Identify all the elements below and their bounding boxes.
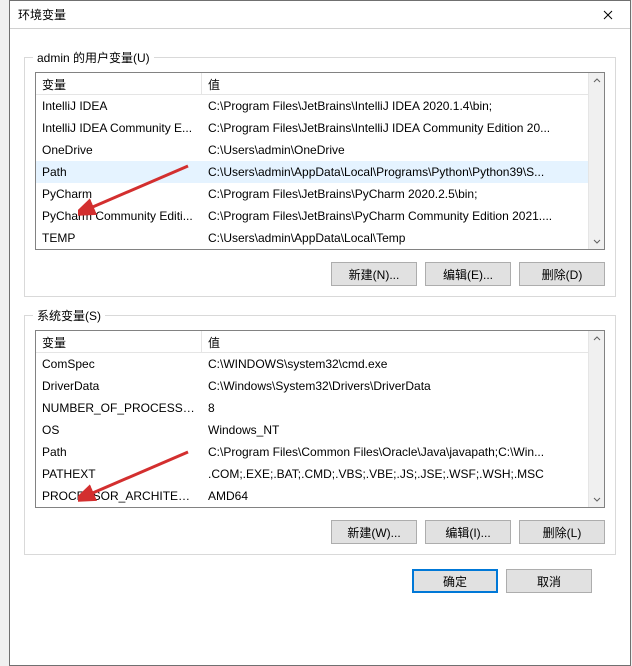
cell-value: C:\WINDOWS\system32\cmd.exe: [202, 354, 588, 374]
cell-variable: IntelliJ IDEA: [36, 96, 202, 116]
cell-value: C:\Program Files\JetBrains\PyCharm 2020.…: [202, 184, 588, 204]
cell-value: C:\Program Files\JetBrains\PyCharm Commu…: [202, 206, 588, 226]
user-vars-group: admin 的用户变量(U) 变量 值 IntelliJ IDEAC:\Prog…: [24, 57, 616, 297]
table-header: 变量 值: [36, 73, 604, 95]
cell-variable: PyCharm Community Editi...: [36, 206, 202, 226]
edit-button[interactable]: 编辑(I)...: [425, 520, 511, 544]
col-value[interactable]: 值: [202, 331, 604, 352]
scrollbar[interactable]: [588, 331, 604, 507]
cell-value: Windows_NT: [202, 420, 588, 440]
user-vars-buttons: 新建(N)... 编辑(E)... 删除(D): [35, 262, 605, 286]
system-vars-body: ComSpecC:\WINDOWS\system32\cmd.exeDriver…: [36, 353, 588, 507]
delete-button[interactable]: 删除(D): [519, 262, 605, 286]
chevron-down-icon[interactable]: [589, 233, 604, 249]
cell-variable: PyCharm: [36, 184, 202, 204]
table-row[interactable]: PyCharmC:\Program Files\JetBrains\PyChar…: [36, 183, 588, 205]
table-header: 变量 值: [36, 331, 604, 353]
user-vars-label: admin 的用户变量(U): [33, 49, 154, 66]
table-row[interactable]: PATHEXT.COM;.EXE;.BAT;.CMD;.VBS;.VBE;.JS…: [36, 463, 588, 485]
cell-value: 8: [202, 398, 588, 418]
system-vars-buttons: 新建(W)... 编辑(I)... 删除(L): [35, 520, 605, 544]
env-vars-dialog: 环境变量 admin 的用户变量(U) 变量 值 IntelliJ IDEAC:…: [9, 0, 631, 666]
cell-variable: TEMP: [36, 228, 202, 248]
scrollbar[interactable]: [588, 73, 604, 249]
table-row[interactable]: TEMPC:\Users\admin\AppData\Local\Temp: [36, 227, 588, 249]
cell-variable: OS: [36, 420, 202, 440]
cell-variable: ComSpec: [36, 354, 202, 374]
cell-variable: OneDrive: [36, 140, 202, 160]
cell-variable: IntelliJ IDEA Community E...: [36, 118, 202, 138]
cell-value: AMD64: [202, 486, 588, 506]
cell-variable: Path: [36, 162, 202, 182]
edit-button[interactable]: 编辑(E)...: [425, 262, 511, 286]
col-variable[interactable]: 变量: [36, 73, 202, 94]
cell-value: C:\Program Files\Common Files\Oracle\Jav…: [202, 442, 588, 462]
table-row[interactable]: OneDriveC:\Users\admin\OneDrive: [36, 139, 588, 161]
cell-value: C:\Program Files\JetBrains\IntelliJ IDEA…: [202, 96, 588, 116]
table-row[interactable]: OSWindows_NT: [36, 419, 588, 441]
dialog-buttons: 确定 取消: [24, 555, 616, 593]
col-variable[interactable]: 变量: [36, 331, 202, 352]
cell-value: C:\Users\admin\AppData\Local\Temp: [202, 228, 588, 248]
titlebar: 环境变量: [10, 1, 630, 29]
dialog-content: admin 的用户变量(U) 变量 值 IntelliJ IDEAC:\Prog…: [10, 29, 630, 665]
table-row[interactable]: ComSpecC:\WINDOWS\system32\cmd.exe: [36, 353, 588, 375]
ok-button[interactable]: 确定: [412, 569, 498, 593]
table-row[interactable]: IntelliJ IDEA Community E...C:\Program F…: [36, 117, 588, 139]
cell-value: C:\Users\admin\AppData\Local\Programs\Py…: [202, 162, 588, 182]
cell-variable: NUMBER_OF_PROCESSORS: [36, 398, 202, 418]
chevron-up-icon[interactable]: [589, 73, 604, 89]
cancel-button[interactable]: 取消: [506, 569, 592, 593]
table-row[interactable]: NUMBER_OF_PROCESSORS8: [36, 397, 588, 419]
table-row[interactable]: PathC:\Users\admin\AppData\Local\Program…: [36, 161, 588, 183]
new-button[interactable]: 新建(N)...: [331, 262, 417, 286]
table-row[interactable]: IntelliJ IDEAC:\Program Files\JetBrains\…: [36, 95, 588, 117]
system-vars-table: 变量 值 ComSpecC:\WINDOWS\system32\cmd.exeD…: [35, 330, 605, 508]
cell-variable: PROCESSOR_ARCHITECT...: [36, 486, 202, 506]
cell-variable: DriverData: [36, 376, 202, 396]
cell-variable: PATHEXT: [36, 464, 202, 484]
delete-button[interactable]: 删除(L): [519, 520, 605, 544]
table-row[interactable]: PyCharm Community Editi...C:\Program Fil…: [36, 205, 588, 227]
table-row[interactable]: PROCESSOR_ARCHITECT...AMD64: [36, 485, 588, 507]
cell-value: .COM;.EXE;.BAT;.CMD;.VBS;.VBE;.JS;.JSE;.…: [202, 464, 588, 484]
cell-value: C:\Users\admin\OneDrive: [202, 140, 588, 160]
new-button[interactable]: 新建(W)...: [331, 520, 417, 544]
table-row[interactable]: DriverDataC:\Windows\System32\Drivers\Dr…: [36, 375, 588, 397]
cell-variable: Path: [36, 442, 202, 462]
window-title: 环境变量: [10, 6, 585, 23]
chevron-up-icon[interactable]: [589, 331, 604, 347]
system-vars-label: 系统变量(S): [33, 307, 105, 324]
system-vars-group: 系统变量(S) 变量 值 ComSpecC:\WINDOWS\system32\…: [24, 315, 616, 555]
user-vars-table: 变量 值 IntelliJ IDEAC:\Program Files\JetBr…: [35, 72, 605, 250]
scrollbar-track[interactable]: [589, 347, 604, 491]
chevron-down-icon[interactable]: [589, 491, 604, 507]
cell-value: C:\Windows\System32\Drivers\DriverData: [202, 376, 588, 396]
scrollbar-track[interactable]: [589, 89, 604, 233]
close-icon[interactable]: [585, 1, 630, 29]
cell-value: C:\Program Files\JetBrains\IntelliJ IDEA…: [202, 118, 588, 138]
table-row[interactable]: PathC:\Program Files\Common Files\Oracle…: [36, 441, 588, 463]
col-value[interactable]: 值: [202, 73, 604, 94]
user-vars-body: IntelliJ IDEAC:\Program Files\JetBrains\…: [36, 95, 588, 249]
